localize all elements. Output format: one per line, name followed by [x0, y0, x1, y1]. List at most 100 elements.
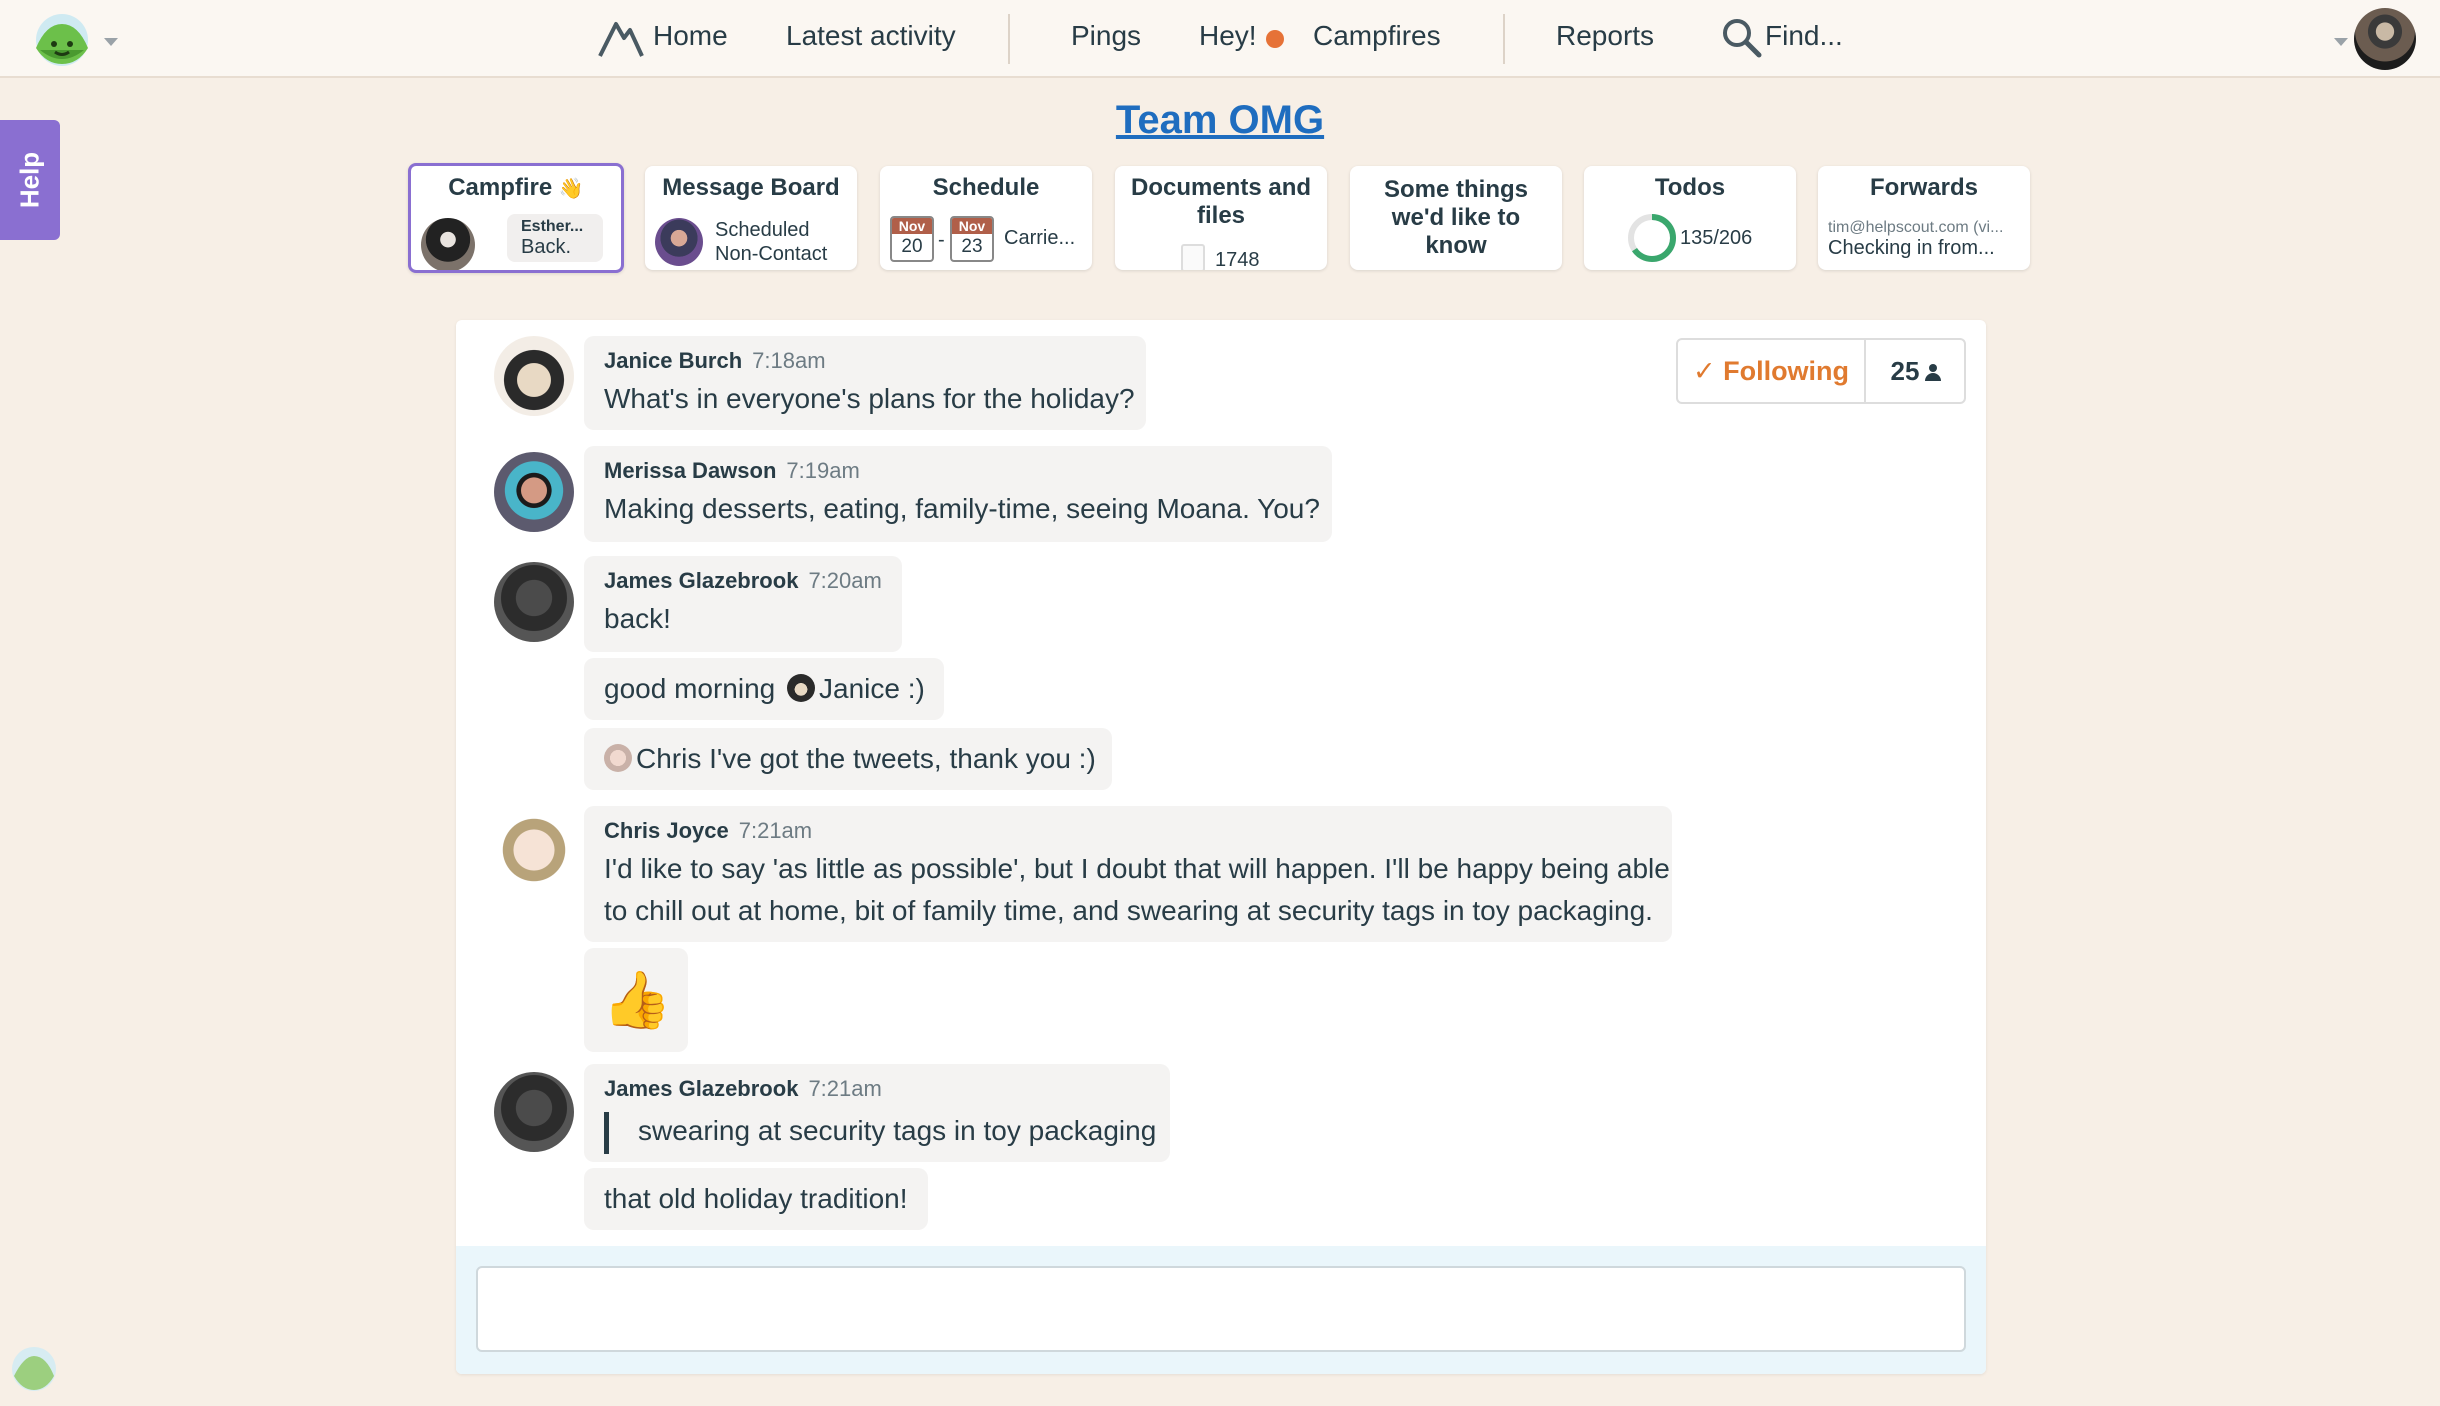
message-author[interactable]: Merissa Dawson	[604, 458, 776, 483]
avatar[interactable]	[494, 814, 574, 894]
card-title: Documents and files	[1130, 174, 1312, 229]
card-title: Campfire 👋	[411, 174, 621, 203]
avatar[interactable]	[494, 452, 574, 532]
card-title: Schedule	[932, 174, 1040, 201]
message-author[interactable]: Chris Joyce	[604, 818, 729, 843]
wave-emoji-icon: 👋	[558, 178, 584, 200]
basecamp-logo-icon[interactable]	[26, 10, 100, 68]
compose-area	[456, 1246, 1986, 1374]
person-icon	[1925, 364, 1942, 382]
following-button[interactable]: ✓ Following	[1678, 340, 1866, 402]
avatar[interactable]	[494, 336, 574, 416]
nav-divider	[1503, 14, 1505, 64]
mention-text[interactable]: Chris I've got the tweets, thank you :)	[636, 743, 1096, 774]
message-author[interactable]: James Glazebrook	[604, 1076, 798, 1101]
chat-message: Merissa Dawson 7:19am Making desserts, ea…	[584, 446, 1332, 542]
card-title-text: Campfire	[448, 174, 553, 201]
avatar[interactable]	[494, 1072, 574, 1152]
quoted-text: swearing at security tags in toy packagi…	[638, 1115, 1157, 1146]
calendar-icon: Nov 23	[950, 216, 994, 262]
card-schedule[interactable]: Schedule Nov 20 - Nov 23 Carrie...	[880, 166, 1092, 270]
search-icon[interactable]	[1720, 16, 1762, 58]
calendar-month: Nov	[952, 218, 992, 234]
chevron-down-icon[interactable]	[104, 38, 118, 46]
card-some-things[interactable]: Some things we'd like to know	[1350, 166, 1562, 270]
message-meta: Janice Burch 7:18am	[604, 348, 826, 374]
chat-message: good morning Janice :)	[584, 658, 944, 720]
message-meta: James Glazebrook 7:21am	[604, 1076, 882, 1102]
message-time[interactable]: 7:21am	[808, 1076, 881, 1101]
message-time[interactable]: 7:20am	[808, 568, 881, 593]
progress-ring-icon	[1628, 214, 1676, 262]
message-time[interactable]: 7:21am	[739, 818, 812, 843]
chat-message: James Glazebrook 7:20am back!	[584, 556, 902, 652]
message-text: Making desserts, eating, family-time, se…	[604, 493, 1320, 524]
top-navigation: Home Latest activity Pings Hey! Campfire…	[0, 0, 2440, 78]
following-control: ✓ Following 25	[1676, 338, 1966, 404]
mention-avatar	[787, 674, 816, 702]
message-meta: Chris Joyce 7:21am	[604, 818, 812, 844]
avatar[interactable]	[494, 562, 574, 642]
nav-latest-activity[interactable]: Latest activity	[786, 20, 956, 52]
nav-find[interactable]: Find...	[1765, 20, 1843, 52]
nav-reports[interactable]: Reports	[1556, 20, 1654, 52]
chat-message: Janice Burch 7:18am What's in everyone's …	[584, 336, 1146, 430]
notification-dot	[1266, 30, 1284, 48]
calendar-month: Nov	[892, 218, 932, 234]
message-text: to chill out at home, bit of family time…	[604, 895, 1653, 926]
campfire-chat-panel: ✓ Following 25 Janice Burch 7:18am What's…	[456, 320, 1986, 1374]
avatar	[421, 218, 475, 270]
chat-message: Chris I've got the tweets, thank you :)	[584, 728, 1112, 790]
subscriber-count: 25	[1890, 356, 1920, 386]
document-count: 1748	[1215, 249, 1260, 270]
card-title: Forwards	[1869, 174, 1979, 201]
message-text: good morning Janice :)	[604, 668, 925, 710]
event-title: Carrie...	[1004, 227, 1076, 249]
preview-message: Back.	[521, 236, 572, 258]
card-line: Scheduled	[715, 219, 810, 241]
chat-message: that old holiday tradition!	[584, 1168, 928, 1230]
document-icon	[1181, 244, 1205, 270]
card-title: Todos	[1654, 174, 1726, 201]
quote-bar	[604, 1112, 609, 1154]
message-time[interactable]: 7:19am	[786, 458, 859, 483]
home-mountain-icon[interactable]	[598, 18, 644, 58]
message-text: What's in everyone's plans for the holid…	[604, 383, 1135, 414]
thumbs-up-icon: 👍	[602, 968, 672, 1031]
message-text-part: good morning	[604, 673, 776, 704]
calendar-day: 20	[901, 236, 923, 257]
project-title[interactable]: Team OMG	[0, 98, 2440, 143]
nav-pings[interactable]: Pings	[1071, 20, 1141, 52]
mention-text[interactable]: Janice :)	[819, 673, 925, 704]
nav-campfires[interactable]: Campfires	[1313, 20, 1441, 52]
mention-avatar	[604, 744, 632, 772]
message-text: that old holiday tradition!	[604, 1183, 908, 1214]
chat-message: Chris Joyce 7:21am I'd like to say 'as li…	[584, 806, 1672, 942]
card-documents[interactable]: Documents and files 1748	[1115, 166, 1327, 270]
user-avatar[interactable]	[2354, 8, 2416, 70]
message-input[interactable]	[476, 1266, 1966, 1352]
calendar-icon: Nov 20	[890, 216, 934, 262]
nav-divider	[1008, 14, 1010, 64]
message-author[interactable]: James Glazebrook	[604, 568, 798, 593]
campfire-preview: Esther... Back.	[507, 214, 603, 262]
date-separator: -	[938, 229, 945, 251]
chat-message: James Glazebrook 7:21am swearing at secur…	[584, 1064, 1170, 1162]
nav-hey[interactable]: Hey!	[1199, 20, 1257, 52]
calendar-day: 23	[961, 236, 983, 257]
message-time[interactable]: 7:18am	[752, 348, 825, 373]
message-meta: James Glazebrook 7:20am	[604, 568, 882, 594]
message-meta: Merissa Dawson 7:19am	[604, 458, 860, 484]
nav-home[interactable]: Home	[653, 20, 728, 52]
todo-progress: 135/206	[1680, 227, 1753, 249]
preview-author: Esther...	[521, 218, 584, 235]
chevron-down-icon[interactable]	[2334, 38, 2348, 46]
card-campfire[interactable]: Campfire 👋 Esther... Back.	[408, 163, 624, 273]
subscriber-count-button[interactable]: 25	[1868, 340, 1964, 402]
message-text: Chris I've got the tweets, thank you :)	[604, 738, 1096, 780]
card-message-board[interactable]: Message Board Scheduled Non-Contact	[645, 166, 857, 270]
message-author[interactable]: Janice Burch	[604, 348, 742, 373]
card-forwards[interactable]: Forwards tim@helpscout.com (vi... Checki…	[1818, 166, 2030, 270]
card-todos[interactable]: Todos 135/206	[1584, 166, 1796, 270]
basecamp-mini-logo-icon[interactable]	[8, 1344, 60, 1394]
